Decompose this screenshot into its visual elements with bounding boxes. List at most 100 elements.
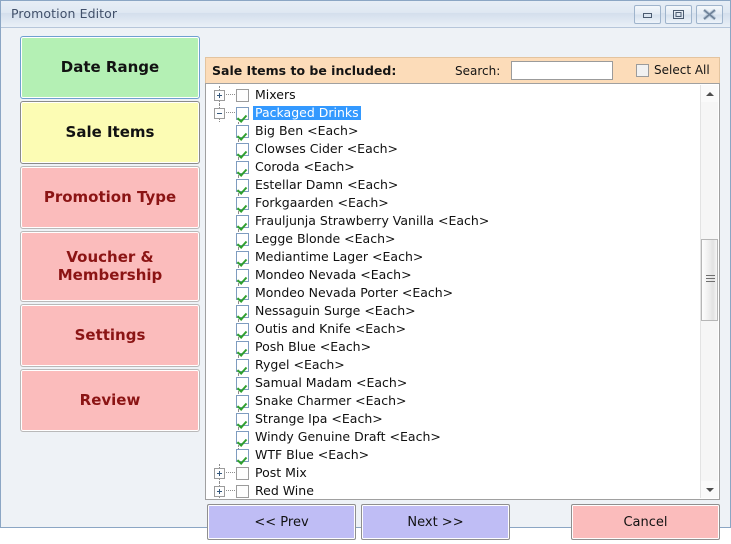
maximize-icon (673, 10, 684, 19)
checkbox-checked[interactable] (236, 160, 249, 174)
tree-row[interactable]: Forkgaarden <Each> (206, 194, 700, 212)
tree-row[interactable]: Clowses Cider <Each> (206, 140, 700, 158)
checkbox-checked[interactable] (236, 412, 249, 426)
tree-row[interactable]: Posh Blue <Each> (206, 338, 700, 356)
tree-row[interactable]: Legge Blonde <Each> (206, 230, 700, 248)
next-button[interactable]: Next >> (361, 504, 510, 540)
sale-items-panel: Sale Items to be included: Search: Selec… (205, 57, 720, 500)
tree-item-label: Post Mix (255, 465, 307, 480)
tree-row[interactable]: Mondeo Nevada <Each> (206, 266, 700, 284)
checkbox-checked[interactable] (236, 214, 249, 228)
sidebar-item-settings[interactable]: Settings (20, 304, 200, 367)
tree-row[interactable]: Mondeo Nevada Porter <Each> (206, 284, 700, 302)
tree-row[interactable]: Rygel <Each> (206, 356, 700, 374)
checkbox-checked[interactable] (236, 394, 249, 408)
search-label: Search: (455, 64, 501, 78)
checkbox-checked[interactable] (236, 448, 249, 462)
maximize-button[interactable] (665, 5, 692, 24)
tree-item-label: Legge Blonde <Each> (255, 231, 396, 246)
promotion-editor-window: Promotion Editor Date Range Sale Items P… (0, 0, 731, 540)
tree-row[interactable]: Frauljunja Strawberry Vanilla <Each> (206, 212, 700, 230)
tree-row[interactable]: Estellar Damn <Each> (206, 176, 700, 194)
checkbox-unchecked[interactable] (236, 88, 249, 102)
arrow-down-icon (705, 487, 714, 492)
sidebar-item-promotion-type[interactable]: Promotion Type (20, 166, 200, 229)
minimize-icon (643, 13, 652, 18)
scroll-down-button[interactable] (701, 481, 718, 498)
expand-icon[interactable] (214, 467, 225, 479)
expand-icon[interactable] (214, 89, 225, 101)
tree-item-label: Mondeo Nevada Porter <Each> (255, 285, 454, 300)
tree-row[interactable]: WTF Blue <Each> (206, 446, 700, 464)
select-all-control[interactable]: Select All (636, 63, 710, 77)
title-bar[interactable]: Promotion Editor (1, 1, 730, 28)
tree-item-label: Mediantime Lager <Each> (255, 249, 424, 264)
sidebar-item-review[interactable]: Review (20, 369, 200, 432)
cancel-button[interactable]: Cancel (571, 504, 720, 540)
checkbox-checked[interactable] (236, 286, 249, 300)
grip-icon (706, 275, 715, 285)
sidebar-item-date-range[interactable]: Date Range (20, 36, 200, 99)
tree-item-label: WTF Blue <Each> (255, 447, 370, 462)
tree-item-label: Frauljunja Strawberry Vanilla <Each> (255, 213, 490, 228)
tree-row[interactable]: Red Wine (206, 482, 700, 499)
tree-row[interactable]: Mediantime Lager <Each> (206, 248, 700, 266)
checkbox-checked[interactable] (236, 358, 249, 372)
tree-guide-line (226, 94, 235, 96)
tree-item-label: Nessaguin Surge <Each> (255, 303, 416, 318)
sale-items-tree[interactable]: Mixers Packaged Drinks Big Ben <Each> Clows… (206, 86, 700, 499)
prev-button[interactable]: << Prev (207, 504, 356, 540)
sidebar-item-sale-items[interactable]: Sale Items (20, 101, 200, 164)
tree-row[interactable]: Nessaguin Surge <Each> (206, 302, 700, 320)
wizard-footer: << Prev Next >> Cancel (1, 504, 730, 544)
tree-row[interactable]: Outis and Knife <Each> (206, 320, 700, 338)
checkbox-checked[interactable] (236, 304, 249, 318)
checkbox-unchecked[interactable] (236, 466, 249, 480)
sidebar-item-voucher-membership[interactable]: Voucher & Membership (20, 231, 200, 302)
tree-row[interactable]: Strange Ipa <Each> (206, 410, 700, 428)
tree-item-label: Mixers (255, 87, 296, 102)
checkbox-checked[interactable] (236, 178, 249, 192)
select-all-label: Select All (654, 63, 710, 77)
panel-title: Sale Items to be included: (212, 63, 397, 78)
tree-row[interactable]: Big Ben <Each> (206, 122, 700, 140)
tree-item-label: Coroda <Each> (255, 159, 355, 174)
tree-row[interactable]: Snake Charmer <Each> (206, 392, 700, 410)
expand-icon[interactable] (214, 485, 225, 497)
tree-item-label: Clowses Cider <Each> (255, 141, 398, 156)
scroll-up-button[interactable] (701, 85, 718, 102)
minimize-button[interactable] (634, 5, 661, 24)
checkbox-checked[interactable] (236, 340, 249, 354)
tree-item-label: Windy Genuine Draft <Each> (255, 429, 441, 444)
checkbox-checked[interactable] (236, 268, 249, 282)
tree-item-label: Big Ben <Each> (255, 123, 359, 138)
select-all-checkbox[interactable] (636, 63, 649, 77)
tree-item-label: Packaged Drinks (253, 105, 361, 120)
tree-row[interactable]: Windy Genuine Draft <Each> (206, 428, 700, 446)
checkbox-checked[interactable] (236, 106, 249, 120)
checkbox-checked[interactable] (236, 196, 249, 210)
collapse-icon[interactable] (214, 107, 225, 119)
tree-row[interactable]: Packaged Drinks (206, 104, 700, 122)
tree-vertical-scrollbar[interactable] (700, 85, 718, 498)
checkbox-checked[interactable] (236, 430, 249, 444)
arrow-up-icon (705, 91, 714, 96)
tree-row[interactable]: Mixers (206, 86, 700, 104)
checkbox-checked[interactable] (236, 142, 249, 156)
search-input[interactable] (511, 61, 613, 80)
checkbox-checked[interactable] (236, 322, 249, 336)
tree-guide-line (226, 112, 235, 114)
tree-row[interactable]: Post Mix (206, 464, 700, 482)
checkbox-checked[interactable] (236, 250, 249, 264)
panel-header: Sale Items to be included: Search: Selec… (205, 57, 720, 83)
tree-row[interactable]: Samual Madam <Each> (206, 374, 700, 392)
checkbox-checked[interactable] (236, 376, 249, 390)
tree-item-label: Forkgaarden <Each> (255, 195, 389, 210)
scrollbar-thumb[interactable] (701, 239, 718, 321)
tree-item-label: Outis and Knife <Each> (255, 321, 407, 336)
close-button[interactable] (696, 5, 723, 24)
checkbox-checked[interactable] (236, 124, 249, 138)
checkbox-checked[interactable] (236, 232, 249, 246)
tree-row[interactable]: Coroda <Each> (206, 158, 700, 176)
checkbox-unchecked[interactable] (236, 484, 249, 498)
